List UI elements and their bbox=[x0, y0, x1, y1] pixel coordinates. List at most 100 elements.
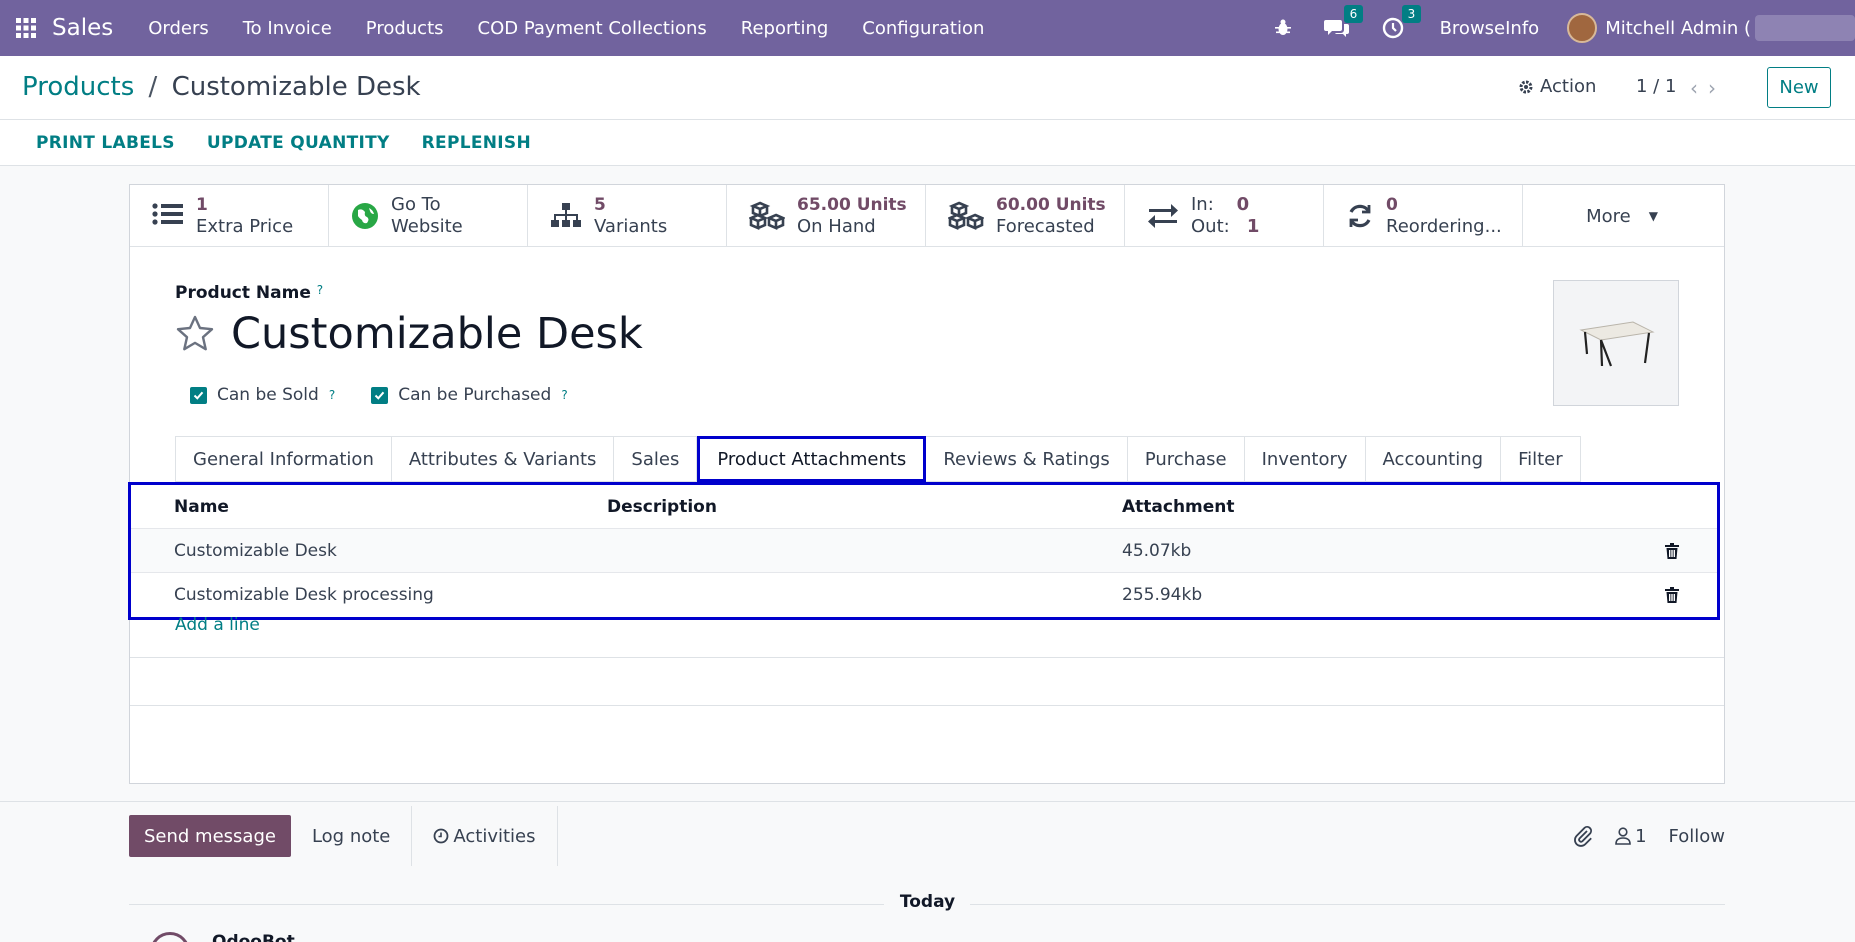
cubes-icon bbox=[948, 201, 984, 230]
attachment-size-cell[interactable]: 45.07kb bbox=[1122, 541, 1642, 561]
on-hand-smart-button[interactable]: 65.00 Units On Hand bbox=[727, 185, 926, 247]
new-button[interactable]: New bbox=[1767, 67, 1831, 108]
delete-row-button[interactable] bbox=[1642, 542, 1702, 559]
paperclip-icon[interactable] bbox=[1573, 825, 1593, 847]
tab-inventory[interactable]: Inventory bbox=[1244, 436, 1366, 482]
update-quantity-button[interactable]: UPDATE QUANTITY bbox=[207, 133, 390, 153]
variants-smart-button[interactable]: 5 Variants bbox=[528, 185, 727, 247]
pager-value[interactable]: 1 / 1 bbox=[1636, 76, 1676, 97]
replenish-button[interactable]: REPLENISH bbox=[422, 133, 531, 153]
attachment-size-cell[interactable]: 255.94kb bbox=[1122, 585, 1642, 605]
menu-configuration[interactable]: Configuration bbox=[845, 18, 1001, 39]
forecasted-label: Forecasted bbox=[996, 216, 1095, 237]
cubes-icon bbox=[749, 201, 785, 230]
caret-down-icon: ▼ bbox=[1648, 209, 1658, 223]
user-menu[interactable]: Mitchell Admin ( bbox=[1605, 18, 1751, 39]
tab-product-attachments[interactable]: Product Attachments bbox=[697, 436, 927, 482]
go-to-website-smart-button[interactable]: Go To Website bbox=[329, 185, 528, 247]
pager-next-icon[interactable]: › bbox=[1708, 76, 1726, 100]
trash-icon bbox=[1665, 542, 1679, 559]
tab-accounting[interactable]: Accounting bbox=[1365, 436, 1502, 482]
tab-attributes-variants[interactable]: Attributes & Variants bbox=[391, 436, 615, 482]
notebook-tabs: General Information Attributes & Variant… bbox=[175, 436, 1581, 482]
tab-purchase[interactable]: Purchase bbox=[1127, 436, 1245, 482]
pager-prev-icon[interactable]: ‹ bbox=[1690, 76, 1708, 100]
tab-general-information[interactable]: General Information bbox=[175, 436, 392, 482]
globe-icon bbox=[352, 203, 378, 229]
app-name[interactable]: Sales bbox=[52, 15, 113, 41]
apps-menu-icon[interactable] bbox=[0, 0, 52, 56]
attachment-name-cell[interactable]: Customizable Desk processing bbox=[131, 585, 607, 605]
table-row[interactable]: Customizable Desk 45.07kb bbox=[131, 529, 1717, 573]
column-header-description[interactable]: Description bbox=[607, 497, 1122, 517]
pager-nav: ‹› bbox=[1690, 76, 1726, 100]
in-value: 0 bbox=[1236, 194, 1250, 215]
reordering-smart-button[interactable]: 0 Reordering... bbox=[1324, 185, 1523, 247]
send-message-button[interactable]: Send message bbox=[129, 815, 291, 857]
tab-sales[interactable]: Sales bbox=[614, 436, 698, 482]
column-header-attachment[interactable]: Attachment bbox=[1122, 497, 1642, 517]
variants-value: 5 bbox=[594, 195, 606, 215]
favorite-star-icon[interactable] bbox=[175, 314, 215, 354]
menu-products[interactable]: Products bbox=[349, 18, 461, 39]
top-navbar: Sales Orders To Invoice Products COD Pay… bbox=[0, 0, 1855, 56]
attachment-name-cell[interactable]: Customizable Desk bbox=[131, 541, 607, 561]
on-hand-label: On Hand bbox=[797, 216, 876, 237]
more-smart-buttons-dropdown[interactable]: More ▼ bbox=[1523, 185, 1721, 247]
in-label: In: bbox=[1191, 194, 1214, 215]
activities-label: Activities bbox=[453, 825, 536, 847]
refresh-icon bbox=[1349, 204, 1371, 228]
go-to-label: Go To bbox=[391, 194, 441, 215]
delete-row-button[interactable] bbox=[1642, 587, 1702, 603]
menu-reporting[interactable]: Reporting bbox=[724, 18, 846, 39]
messages-icon[interactable]: 6 bbox=[1323, 5, 1364, 39]
user-avatar[interactable] bbox=[1567, 13, 1598, 43]
list-icon bbox=[152, 203, 183, 225]
product-options: Can be Sold ? Can be Purchased ? bbox=[190, 385, 568, 405]
help-tooltip-icon[interactable]: ? bbox=[329, 388, 335, 402]
forecasted-smart-button[interactable]: 60.00 Units Forecasted bbox=[926, 185, 1125, 247]
help-tooltip-icon[interactable]: ? bbox=[561, 388, 567, 402]
column-header-name[interactable]: Name bbox=[131, 497, 607, 517]
message-author-avatar[interactable] bbox=[150, 932, 190, 942]
tab-filter[interactable]: Filter bbox=[1501, 436, 1581, 482]
more-label: More bbox=[1586, 205, 1631, 227]
desk-image-icon bbox=[1579, 321, 1655, 367]
chatter-right-actions: 1 Follow bbox=[1573, 811, 1725, 861]
in-out-smart-button[interactable]: In: 0 Out: 1 bbox=[1125, 185, 1324, 247]
bug-icon[interactable] bbox=[1274, 19, 1292, 37]
breadcrumb-separator: / bbox=[148, 72, 158, 102]
add-a-line-link[interactable]: Add a line bbox=[175, 615, 260, 635]
menu-cod-payment-collections[interactable]: COD Payment Collections bbox=[461, 18, 724, 39]
print-labels-button[interactable]: PRINT LABELS bbox=[36, 133, 175, 153]
message-author-name[interactable]: OdooBot bbox=[212, 932, 295, 942]
menu-orders[interactable]: Orders bbox=[131, 18, 226, 39]
smart-buttons-box: 1 Extra Price Go To Website 5 Variants 65.0… bbox=[130, 185, 1724, 247]
breadcrumb-products-link[interactable]: Products bbox=[22, 72, 134, 102]
can-be-sold-checkbox[interactable]: Can be Sold ? bbox=[190, 385, 335, 405]
log-note-button[interactable]: Log note bbox=[291, 815, 411, 857]
product-name-field[interactable]: Customizable Desk bbox=[231, 309, 643, 359]
follow-button[interactable]: Follow bbox=[1669, 826, 1725, 847]
out-label: Out: bbox=[1191, 216, 1230, 237]
followers-button[interactable]: 1 bbox=[1615, 825, 1647, 847]
product-name-label-text: Product Name bbox=[175, 283, 311, 303]
product-image[interactable] bbox=[1553, 280, 1679, 406]
breadcrumb: Products / Customizable Desk bbox=[22, 72, 421, 102]
table-row[interactable]: Customizable Desk processing 255.94kb bbox=[131, 573, 1717, 617]
divider bbox=[130, 705, 1724, 706]
attachments-table: Name Description Attachment Customizable… bbox=[128, 482, 1720, 620]
action-menu-button[interactable]: Action bbox=[1518, 76, 1596, 97]
activities-button[interactable]: Activities bbox=[411, 806, 558, 866]
followers-count: 1 bbox=[1635, 825, 1647, 847]
menu-to-invoice[interactable]: To Invoice bbox=[226, 18, 349, 39]
checkmark-icon bbox=[371, 386, 389, 404]
action-label: Action bbox=[1540, 76, 1597, 97]
extra-price-smart-button[interactable]: 1 Extra Price bbox=[130, 185, 329, 247]
can-be-purchased-checkbox[interactable]: Can be Purchased ? bbox=[371, 385, 568, 405]
trash-icon bbox=[1665, 587, 1679, 603]
tab-reviews-ratings[interactable]: Reviews & Ratings bbox=[926, 436, 1128, 482]
company-switcher[interactable]: BrowseInfo bbox=[1440, 18, 1540, 39]
activities-clock-icon[interactable]: 3 bbox=[1382, 5, 1422, 39]
help-tooltip-icon[interactable]: ? bbox=[317, 283, 323, 297]
